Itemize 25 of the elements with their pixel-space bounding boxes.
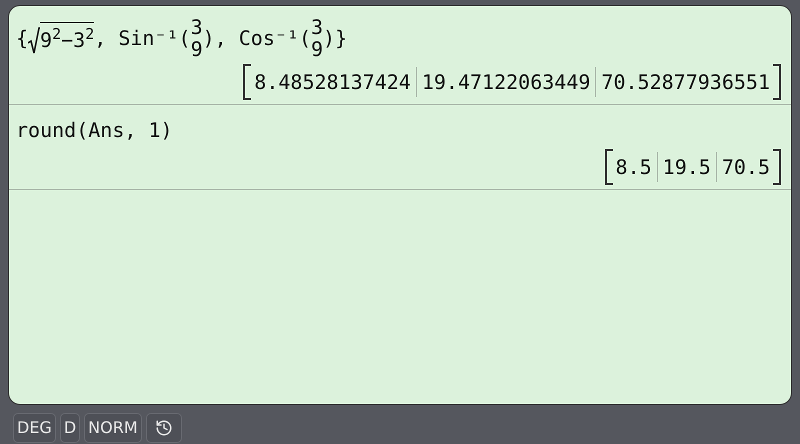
numerator: 3 (311, 16, 324, 38)
result-value: 70.5 (716, 152, 775, 182)
expression-text: round(Ans, 1) (16, 117, 173, 144)
result-value: 8.5 (614, 154, 653, 181)
expression-text: ), Cos⁻¹( (202, 25, 311, 52)
numerator: 3 (190, 16, 203, 38)
radical-icon (28, 26, 40, 54)
denominator: 9 (190, 38, 203, 60)
expression-text: −3 (61, 26, 86, 54)
result-value: 19.47122063449 (416, 67, 596, 97)
mode-button[interactable]: DEG (13, 413, 56, 443)
mode-button[interactable]: D (60, 413, 80, 443)
expression-text: { (16, 25, 28, 52)
expression-text: 9 (40, 26, 52, 54)
history-icon (154, 419, 173, 437)
mode-button[interactable]: NORM (84, 413, 142, 443)
denominator: 9 (311, 38, 324, 60)
exponent: 2 (52, 26, 62, 42)
history-button[interactable] (146, 413, 182, 443)
result-value: 8.48528137424 (253, 69, 412, 96)
result-value: 19.5 (656, 152, 716, 182)
expression-text: )} (323, 25, 348, 52)
result-value: 70.52877936551 (595, 67, 775, 97)
expression-text: , Sin⁻¹( (94, 25, 191, 52)
exponent: 2 (85, 26, 94, 42)
